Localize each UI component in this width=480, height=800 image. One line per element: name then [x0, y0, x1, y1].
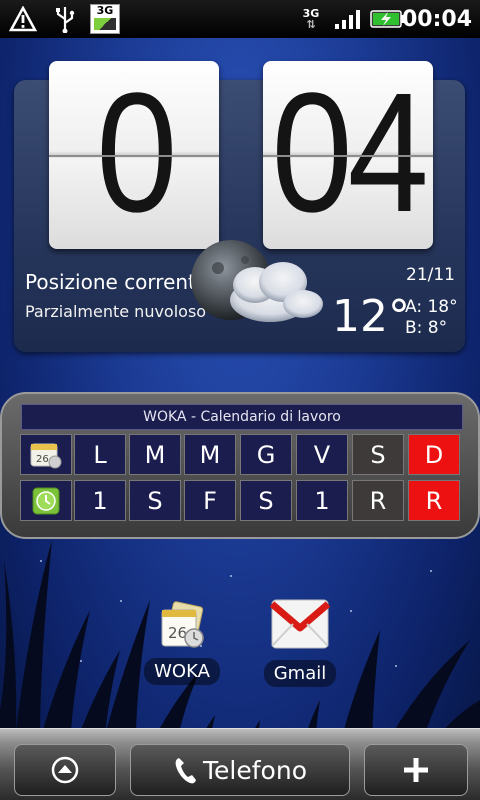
weather-date: 21/11 [406, 265, 455, 285]
star [350, 610, 352, 612]
weather-location[interactable]: Posizione corrente [25, 270, 208, 294]
network-label: 3G [96, 4, 114, 17]
day-header-wed[interactable]: M [184, 434, 236, 475]
weather-condition: Parzialmente nuvoloso [25, 302, 207, 321]
phone-button[interactable]: Telefono [130, 744, 350, 796]
warning-icon [6, 0, 40, 38]
shift-thu[interactable]: S [240, 480, 292, 521]
shift-tue[interactable]: S [129, 480, 181, 521]
day-header-mon[interactable]: L [74, 434, 126, 475]
star [230, 575, 232, 577]
signal-icon [333, 0, 363, 38]
battery-charging-icon [370, 0, 406, 38]
status-bar[interactable]: 3G 3G ⇅ 00:04 [0, 0, 480, 38]
home-screen: 3G 3G ⇅ 00:04 0 04 Posizione corrente Pa… [0, 0, 480, 800]
calendar-title: WOKA - Calendario di lavoro [21, 404, 463, 430]
apps-up-arrow-icon [51, 756, 79, 784]
gmail-shortcut[interactable]: Gmail [260, 594, 340, 687]
weather-high: A: 18° [405, 297, 458, 317]
clock-hour[interactable]: 0 [49, 61, 219, 249]
usb-icon [48, 0, 82, 38]
phone-icon [175, 758, 197, 784]
star [40, 560, 42, 562]
shift-fri[interactable]: 1 [296, 480, 348, 521]
plus-icon [404, 758, 428, 782]
day-header-fri[interactable]: V [296, 434, 348, 475]
gmail-icon [269, 599, 331, 649]
day-header-thu[interactable]: G [240, 434, 292, 475]
weather-low: B: 8° [405, 318, 448, 338]
clock-icon[interactable] [20, 480, 72, 521]
woka-label: WOKA [144, 658, 220, 685]
shift-sat[interactable]: R [352, 480, 404, 521]
day-header-sat[interactable]: S [352, 434, 404, 475]
apps-button[interactable] [14, 744, 116, 796]
status-time: 00:04 [401, 6, 472, 32]
gmail-label: Gmail [263, 660, 337, 687]
star [430, 570, 432, 572]
woka-calendar-icon: 26 [161, 601, 204, 648]
clock-minute-digits: 04 [271, 61, 429, 248]
day-header-sun[interactable]: D [408, 434, 460, 475]
phone-label: Telefono [203, 755, 307, 785]
svg-text:26: 26 [36, 454, 49, 465]
weather-temperature: 12° [332, 291, 410, 342]
shift-wed[interactable]: F [184, 480, 236, 521]
3g-data-icon: 3G ⇅ [302, 7, 320, 31]
shift-mon[interactable]: 1 [74, 480, 126, 521]
star [395, 665, 397, 667]
partly-cloudy-moon-icon [191, 240, 323, 322]
star [80, 660, 82, 662]
star [120, 600, 122, 602]
woka-shortcut[interactable]: 26 WOKA [142, 600, 222, 685]
shift-sun[interactable]: R [408, 480, 460, 521]
svg-text:26: 26 [168, 624, 187, 642]
3g-app-icon: 3G [89, 0, 121, 38]
clock-hour-digit: 0 [95, 61, 177, 248]
day-header-tue[interactable]: M [129, 434, 181, 475]
calendar-icon[interactable]: 26 [20, 434, 72, 475]
clock-minute[interactable]: 04 [263, 61, 433, 249]
dock-bar: Telefono [0, 728, 480, 800]
add-button[interactable] [364, 744, 468, 796]
